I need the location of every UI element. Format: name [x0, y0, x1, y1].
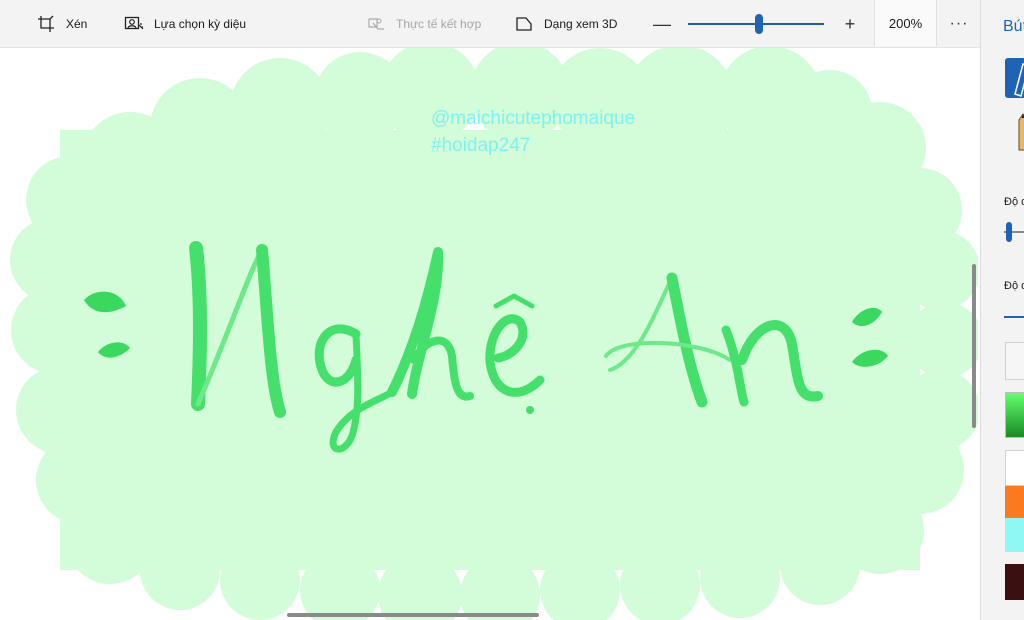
crop-label: Xén: [66, 16, 88, 31]
mixed-reality-icon: [366, 14, 386, 34]
calligraphy-pen-icon[interactable]: [1005, 58, 1024, 98]
thickness-slider-thumb[interactable]: [1006, 222, 1012, 242]
zoom-slider-thumb[interactable]: [754, 14, 763, 34]
panel-title: Bút: [1003, 18, 1024, 35]
zoom-out-icon[interactable]: —: [650, 12, 674, 36]
opacity-slider[interactable]: [1004, 316, 1024, 318]
view-3d-button[interactable]: Dạng xem 3D: [514, 0, 617, 48]
more-options-button[interactable]: ···: [944, 0, 974, 48]
magic-select-icon: [124, 14, 144, 34]
opacity-label: Độ d: [1004, 280, 1024, 292]
magic-select-label: Lựa chọn kỳ diệu: [154, 16, 247, 31]
thickness-slider[interactable]: [1004, 222, 1024, 242]
watermark-handle: @maichicutephomaique: [431, 108, 636, 129]
color-swatch-cyan[interactable]: [1005, 518, 1024, 552]
brushes-panel: Bút Độ d Độ d: [980, 0, 1024, 620]
watermark-hashtag: #hoidap247: [431, 135, 531, 156]
3d-view-icon: [514, 14, 534, 34]
mixed-reality-label: Thực tế kết hợp: [396, 16, 482, 31]
horizontal-scrollbar[interactable]: [287, 613, 539, 617]
color-swatch-light-gray[interactable]: [1005, 342, 1024, 380]
zoom-percentage[interactable]: 200%: [874, 0, 937, 46]
color-swatch-orange[interactable]: [1005, 486, 1024, 518]
color-swatch-green-selected[interactable]: [1005, 392, 1024, 438]
thickness-label: Độ d: [1004, 196, 1024, 208]
mixed-reality-button[interactable]: Thực tế kết hợp: [366, 0, 481, 48]
drawing-canvas[interactable]: @maichicutephomaique #hoidap247: [0, 48, 978, 620]
artwork: [10, 48, 978, 620]
vertical-scrollbar[interactable]: [972, 264, 976, 428]
crop-icon: [36, 14, 56, 34]
view-3d-label: Dạng xem 3D: [544, 16, 618, 31]
top-toolbar: Xén Lựa chọn kỳ diệu Thực tế kết hợp Dạn…: [0, 0, 980, 48]
zoom-slider[interactable]: [688, 12, 824, 36]
color-swatch-white[interactable]: [1005, 450, 1024, 486]
zoom-in-icon[interactable]: +: [838, 12, 862, 36]
pencil-icon[interactable]: [1015, 112, 1024, 152]
zoom-controls: — +: [650, 0, 862, 48]
color-swatch-dark-brown[interactable]: [1005, 564, 1024, 600]
magic-select-button[interactable]: Lựa chọn kỳ diệu: [124, 0, 246, 48]
crop-button[interactable]: Xén: [36, 0, 87, 48]
